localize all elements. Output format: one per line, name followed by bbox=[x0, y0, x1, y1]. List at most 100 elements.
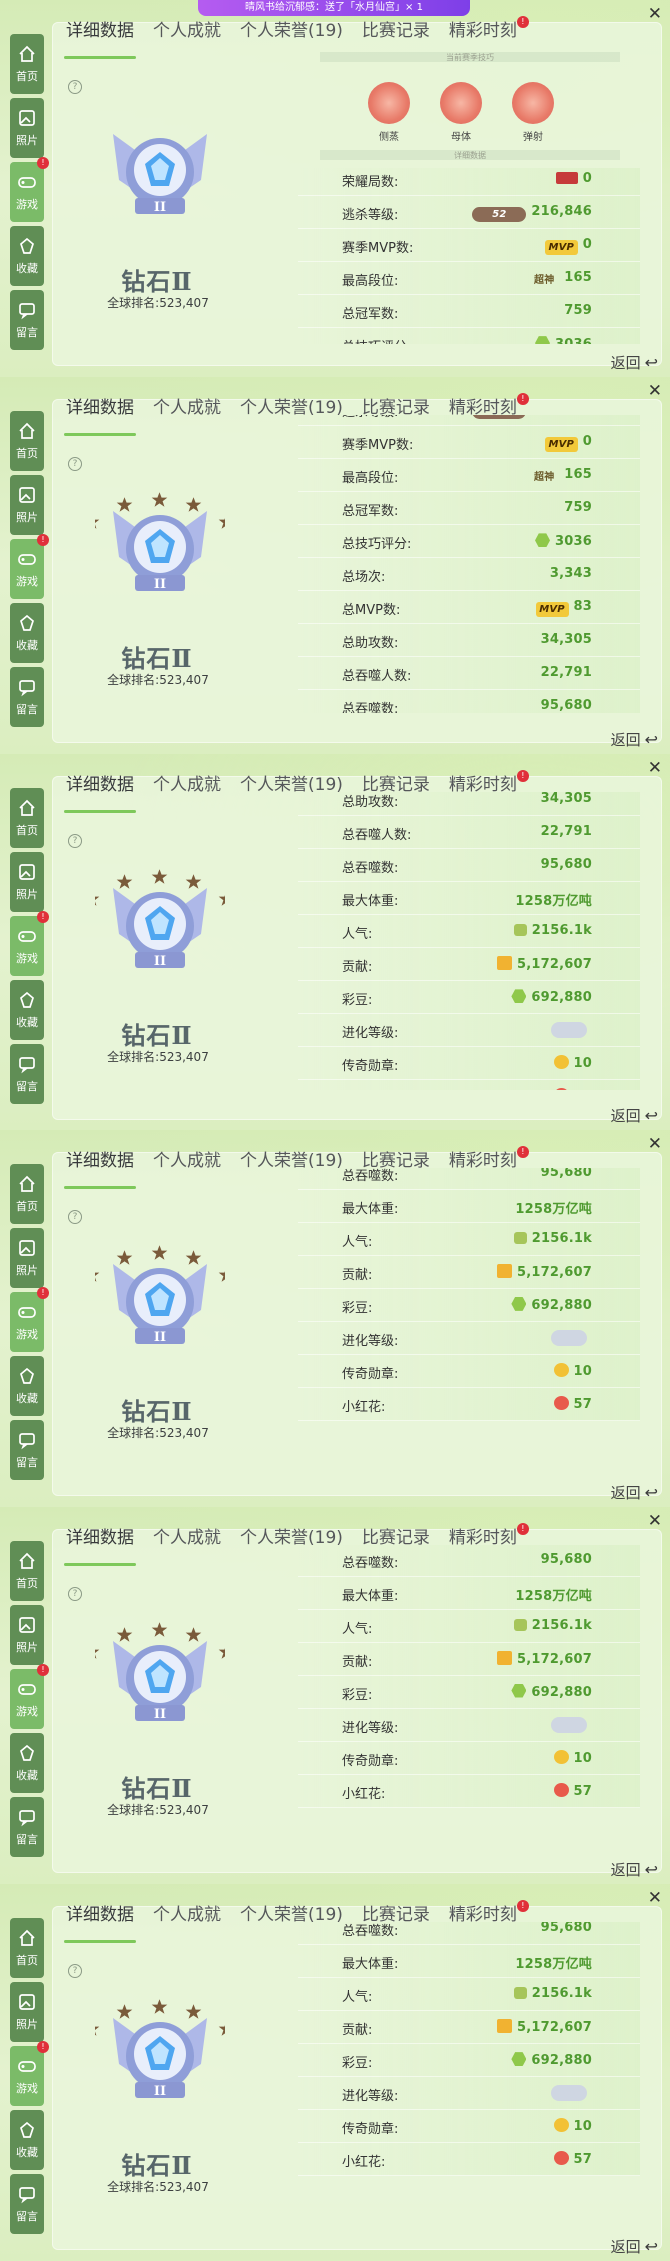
stat-number: 10 bbox=[573, 1363, 592, 1379]
tab-highlights[interactable]: 精彩时刻! bbox=[449, 16, 529, 56]
sidebar-item-photos[interactable]: 照片 bbox=[10, 851, 44, 912]
stat-value: 692,880 bbox=[511, 1296, 592, 1313]
tab-honors[interactable]: 个人荣誉(19) bbox=[240, 16, 343, 56]
close-icon[interactable]: ✕ bbox=[648, 4, 662, 24]
tab-achievements[interactable]: 个人成就 bbox=[153, 1900, 221, 1940]
back-button[interactable]: 返回 bbox=[611, 2236, 658, 2257]
stat-label: 总助攻数: bbox=[342, 636, 399, 652]
sidebar-item-games[interactable]: ! 游戏 bbox=[10, 533, 49, 599]
sidebar-item-home[interactable]: 首页 bbox=[10, 787, 44, 848]
sidebar-item-games[interactable]: ! 游戏 bbox=[10, 910, 49, 976]
tab-detailed-data[interactable]: 详细数据 bbox=[64, 1146, 136, 1190]
svg-text:II: II bbox=[154, 200, 166, 215]
sidebar-item-photos[interactable]: 照片 bbox=[10, 98, 44, 158]
stat-row-legend-medal: 传奇勋章: 10 bbox=[298, 1741, 640, 1775]
tab-achievements[interactable]: 个人成就 bbox=[153, 16, 221, 56]
flower-icon bbox=[553, 1782, 569, 1797]
sidebar-item-home[interactable]: 首页 bbox=[10, 1541, 44, 1602]
sidebar-item-photos[interactable]: 照片 bbox=[10, 1982, 44, 2042]
skill-item[interactable]: 弹射 bbox=[508, 82, 558, 143]
sidebar-item-messages[interactable]: 留言 bbox=[10, 1420, 44, 1481]
sidebar-item-photos[interactable]: 照片 bbox=[10, 1228, 44, 1289]
close-icon[interactable]: ✕ bbox=[648, 1888, 662, 1908]
stats-list[interactable]: 总吞噬数: 95,680 最大体重: 1258万亿吨 人气: 2156.1k 贡献: 5,17… bbox=[298, 1922, 640, 2220]
stat-number: 5,172,607 bbox=[517, 2020, 592, 2036]
sidebar-item-home[interactable]: 首页 bbox=[10, 1918, 44, 1978]
level-badge: 52 bbox=[472, 414, 527, 420]
sidebar-item-photos[interactable]: 照片 bbox=[10, 1605, 44, 1666]
sidebar-item-messages[interactable]: 留言 bbox=[10, 1043, 44, 1104]
help-icon[interactable]: ? bbox=[68, 833, 82, 848]
back-button[interactable]: 返回 bbox=[611, 729, 658, 750]
stat-value: 2156.1k bbox=[513, 923, 592, 938]
sidebar-item-messages[interactable]: 留言 bbox=[10, 1797, 44, 1858]
tab-achievements[interactable]: 个人成就 bbox=[153, 393, 221, 433]
sidebar-item-games[interactable]: ! 游戏 bbox=[10, 1287, 49, 1353]
back-button[interactable]: 返回 bbox=[611, 352, 658, 373]
sidebar-item-favorites[interactable]: 收藏 bbox=[10, 2110, 44, 2170]
back-button[interactable]: 返回 bbox=[611, 1482, 658, 1503]
sidebar-item-label: 游戏 bbox=[16, 951, 38, 965]
sidebar-item-favorites[interactable]: 收藏 bbox=[10, 602, 44, 663]
tab-achievements[interactable]: 个人成就 bbox=[153, 1146, 221, 1186]
sidebar-item-home[interactable]: 首页 bbox=[10, 1164, 44, 1225]
sidebar-item-favorites[interactable]: 收藏 bbox=[10, 226, 44, 286]
stat-row-beans: 彩豆: 692,880 bbox=[298, 981, 640, 1015]
stats-list[interactable]: 逃杀等级:52216,846赛季MVP数:MVP0最高段位:超神165总冠军数:… bbox=[298, 414, 640, 713]
sidebar-item-favorites[interactable]: 收藏 bbox=[10, 1733, 44, 1794]
tab-detailed-data[interactable]: 详细数据 bbox=[64, 770, 136, 813]
sidebar-item-favorites[interactable]: 收藏 bbox=[10, 1356, 44, 1417]
tab-detailed-data[interactable]: 详细数据 bbox=[64, 1900, 136, 1943]
help-icon[interactable]: ? bbox=[68, 456, 82, 471]
sidebar-item-messages[interactable]: 留言 bbox=[10, 2174, 44, 2234]
sidebar-item-games[interactable]: ! 游戏 bbox=[10, 2041, 49, 2106]
back-button[interactable]: 返回 bbox=[611, 1859, 658, 1880]
help-icon[interactable]: ? bbox=[68, 80, 82, 94]
tab-detailed-data[interactable]: 详细数据 bbox=[64, 16, 136, 59]
stat-number: 692,880 bbox=[531, 990, 592, 1006]
global-ranking: 全球排名:523,407 bbox=[107, 1803, 209, 1818]
stat-label: 小红花: bbox=[342, 1088, 385, 1089]
sidebar-item-label: 游戏 bbox=[16, 574, 38, 588]
stats-list[interactable]: 战队:荣耀局数:0逃杀等级:52216,846赛季MVP数:MVP0最高段位:超… bbox=[298, 168, 640, 344]
sidebar-item-messages[interactable]: 留言 bbox=[10, 666, 44, 727]
stat-label: 贡献: bbox=[342, 2023, 373, 2039]
gamepad-icon bbox=[18, 1684, 36, 1696]
sidebar-item-favorites[interactable]: 收藏 bbox=[10, 979, 44, 1040]
notification-dot: ! bbox=[516, 769, 529, 782]
sidebar-item-home[interactable]: 首页 bbox=[10, 410, 44, 471]
sidebar-item-photos[interactable]: 照片 bbox=[10, 474, 44, 535]
sidebar-item-home[interactable]: 首页 bbox=[10, 34, 44, 94]
stat-number: 216,846 bbox=[531, 415, 592, 417]
skill-item[interactable]: 侧蒸 bbox=[364, 82, 414, 143]
back-button[interactable]: 返回 bbox=[611, 1105, 658, 1126]
help-icon[interactable]: ? bbox=[68, 1964, 82, 1978]
stat-label: 总技巧评分: bbox=[342, 537, 412, 553]
skills-header: 当前赛季技巧 bbox=[320, 52, 620, 62]
sidebar-item-games[interactable]: ! 游戏 bbox=[10, 1664, 49, 1730]
flower-icon bbox=[553, 2151, 569, 2166]
stats-list[interactable]: 总吞噬数: 95,680 最大体重: 1258万亿吨 人气: 2156.1k 贡献: 5,17… bbox=[298, 1168, 640, 1466]
tab-achievements[interactable]: 个人成就 bbox=[153, 1523, 221, 1563]
tab-detailed-data[interactable]: 详细数据 bbox=[64, 1523, 136, 1567]
stat-row-contribution: 贡献: 5,172,607 bbox=[298, 948, 640, 982]
stats-list[interactable]: 总吞噬数: 95,680 最大体重: 1258万亿吨 人气: 2156.1k 贡献: 5,17… bbox=[298, 1545, 640, 1843]
skill-item[interactable]: 母体 bbox=[436, 82, 486, 143]
notification-dot: ! bbox=[37, 533, 49, 546]
tab-achievements[interactable]: 个人成就 bbox=[153, 770, 221, 810]
close-icon[interactable]: ✕ bbox=[648, 1134, 662, 1154]
close-icon[interactable]: ✕ bbox=[648, 1511, 662, 1531]
stats-list[interactable]: 总助攻数: 34,305 总吞噬人数: 22,791 总吞噬数: 95,680 最大体重: 1… bbox=[298, 791, 640, 1090]
sidebar-item-label: 游戏 bbox=[16, 1705, 38, 1719]
stat-number: 95,680 bbox=[540, 1551, 592, 1567]
close-icon[interactable]: ✕ bbox=[648, 758, 662, 778]
close-icon[interactable]: ✕ bbox=[648, 381, 662, 401]
sidebar-item-label: 照片 bbox=[16, 2018, 38, 2031]
stat-row-popularity: 人气: 2156.1k bbox=[298, 1978, 640, 2012]
sidebar-item-messages[interactable]: 留言 bbox=[10, 290, 44, 350]
stat-value: 95,680 bbox=[541, 1922, 592, 1935]
sidebar: 首页 照片 ! 游戏 收藏 留言 bbox=[10, 787, 49, 1108]
tab-match-records[interactable]: 比赛记录 bbox=[362, 16, 430, 56]
tab-detailed-data[interactable]: 详细数据 bbox=[64, 393, 136, 436]
sidebar-item-games[interactable]: ! 游戏 bbox=[10, 157, 49, 222]
